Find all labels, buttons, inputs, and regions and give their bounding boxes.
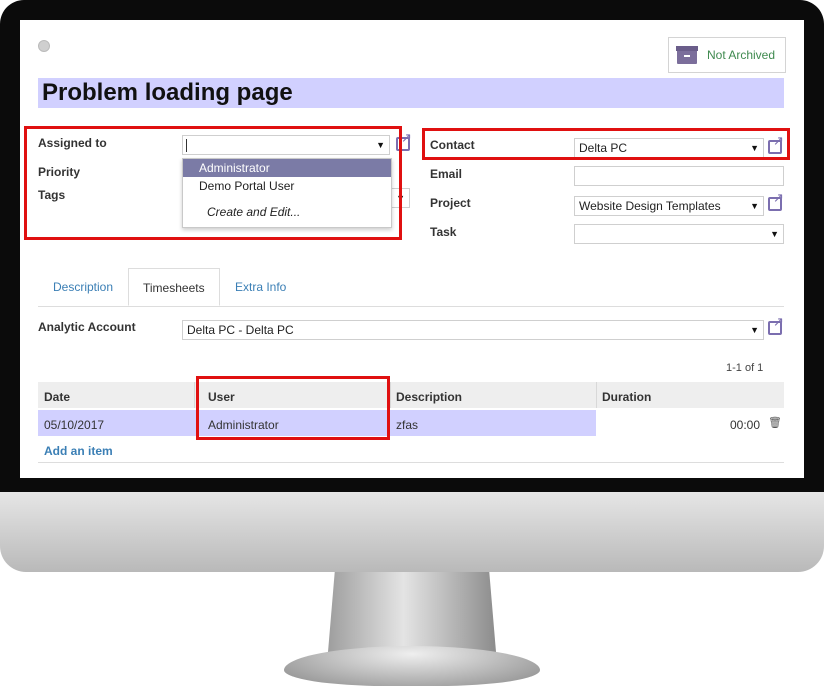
monitor-stand-base <box>284 646 540 686</box>
archive-toggle-button[interactable]: Not Archived <box>668 37 786 73</box>
cell-date[interactable]: 05/10/2017 <box>44 418 104 432</box>
table-row[interactable]: 05/10/2017 Administrator zfas 00:00 🗑 <box>38 410 784 436</box>
column-header-date[interactable]: Date <box>44 390 70 404</box>
annotation-box-assigned-to <box>24 126 402 240</box>
table-header: Date User Description Duration <box>38 382 784 408</box>
annotation-box-contact <box>422 128 790 160</box>
analytic-account-value: Delta PC - Delta PC <box>187 323 294 337</box>
screen: Not Archived Problem loading page Assign… <box>20 20 804 478</box>
monitor-stand-neck <box>328 572 496 652</box>
archive-box-icon <box>676 46 698 64</box>
analytic-account-label: Analytic Account <box>38 320 136 334</box>
column-divider <box>194 382 195 408</box>
tab-extra-info[interactable]: Extra Info <box>235 280 286 294</box>
column-header-duration[interactable]: Duration <box>602 390 651 404</box>
project-value: Website Design Templates <box>579 199 721 213</box>
email-label: Email <box>430 167 463 181</box>
cell-description[interactable]: zfas <box>396 418 418 432</box>
cell-duration[interactable]: 00:00 <box>730 418 760 432</box>
column-divider <box>390 382 391 408</box>
column-header-description[interactable]: Description <box>396 390 462 404</box>
archive-label: Not Archived <box>707 48 776 62</box>
project-label: Project <box>430 196 471 210</box>
divider <box>38 462 784 463</box>
pager[interactable]: 1-1 of 1 <box>726 362 763 374</box>
external-link-icon[interactable] <box>768 191 784 211</box>
project-select[interactable]: Website Design Templates ▼ <box>574 196 764 216</box>
status-dot-icon <box>38 40 50 52</box>
monitor-chin <box>0 492 824 572</box>
chevron-down-icon[interactable]: ▼ <box>750 197 759 215</box>
task-select[interactable]: ▼ <box>574 224 784 244</box>
chevron-down-icon[interactable]: ▼ <box>750 321 759 339</box>
trash-icon[interactable]: 🗑 <box>768 416 782 429</box>
chevron-down-icon[interactable]: ▼ <box>770 225 779 243</box>
add-item-link[interactable]: Add an item <box>44 444 113 458</box>
annotation-box-user-column <box>196 376 390 440</box>
notebook-tabs: Description Timesheets Extra Info <box>38 268 784 307</box>
column-divider <box>596 382 597 408</box>
tab-timesheets[interactable]: Timesheets <box>128 268 220 306</box>
page-title[interactable]: Problem loading page <box>38 78 784 108</box>
task-label: Task <box>430 225 457 239</box>
analytic-account-select[interactable]: Delta PC - Delta PC ▼ <box>182 320 764 340</box>
tab-description[interactable]: Description <box>53 280 113 294</box>
email-field[interactable] <box>574 166 784 186</box>
external-link-icon[interactable] <box>768 315 784 335</box>
